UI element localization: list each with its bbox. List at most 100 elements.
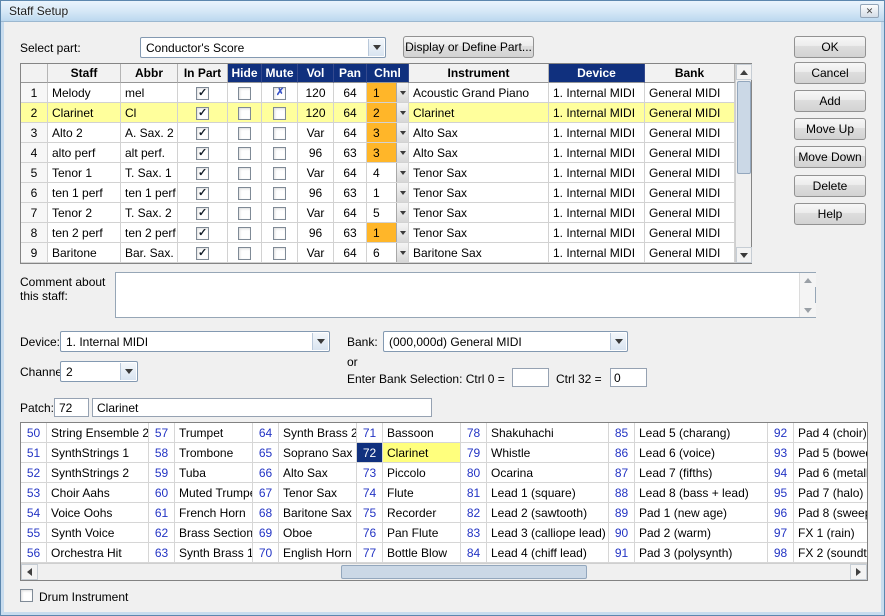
dropdown-arrow-button[interactable] — [120, 363, 136, 380]
patch-item[interactable]: 60Muted Trumpet — [149, 483, 253, 503]
channel-dropdown-button[interactable] — [396, 123, 408, 142]
channel-dropdown-button[interactable] — [396, 103, 408, 122]
dropdown-arrow-button[interactable] — [368, 39, 384, 56]
patch-item[interactable]: 77Bottle Blow — [357, 543, 461, 563]
patch-item[interactable]: 95Pad 7 (halo) — [768, 483, 867, 503]
patch-item[interactable]: 53Choir Aahs — [21, 483, 149, 503]
mute-checkbox[interactable] — [273, 127, 286, 140]
patch-item[interactable]: 86Lead 6 (voice) — [609, 443, 768, 463]
staff-row[interactable]: 6ten 1 perften 1 perf✓96631Tenor Sax1. I… — [21, 183, 735, 203]
patch-item[interactable]: 89Pad 1 (new age) — [609, 503, 768, 523]
dropdown-arrow-button[interactable] — [610, 333, 626, 350]
staff-row[interactable]: 7Tenor 2T. Sax. 2✓Var645Tenor Sax1. Inte… — [21, 203, 735, 223]
patch-item[interactable]: 82Lead 2 (sawtooth) — [461, 503, 609, 523]
scrollbar-thumb[interactable] — [737, 81, 751, 174]
hide-checkbox[interactable] — [238, 87, 251, 100]
patch-number-field[interactable]: 72 — [54, 398, 89, 417]
patch-item[interactable]: 84Lead 4 (chiff lead) — [461, 543, 609, 563]
patch-item[interactable]: 73Piccolo — [357, 463, 461, 483]
channel-dropdown[interactable]: 2 — [60, 361, 138, 382]
channel-dropdown-button[interactable] — [396, 83, 408, 102]
scroll-up-button[interactable] — [800, 273, 816, 287]
patch-item[interactable]: 81Lead 1 (square) — [461, 483, 609, 503]
close-button[interactable]: ✕ — [860, 4, 879, 18]
ok-button[interactable]: OK — [794, 36, 866, 58]
hide-checkbox[interactable] — [238, 167, 251, 180]
in-part-checkbox[interactable]: ✓ — [196, 187, 209, 200]
move-up-button[interactable]: Move Up — [794, 118, 866, 140]
patch-item[interactable]: 78Shakuhachi — [461, 423, 609, 443]
drum-instrument-checkbox[interactable] — [20, 589, 33, 602]
staff-row[interactable]: 9BaritoneBar. Sax.✓Var646Baritone Sax1. … — [21, 243, 735, 263]
patch-item[interactable]: 50String Ensemble 2 — [21, 423, 149, 443]
staff-row[interactable]: 8ten 2 perften 2 perf✓96631Tenor Sax1. I… — [21, 223, 735, 243]
patch-item[interactable]: 87Lead 7 (fifths) — [609, 463, 768, 483]
patch-item[interactable]: 72Clarinet — [357, 443, 461, 463]
channel-dropdown-button[interactable] — [396, 203, 408, 222]
patch-item[interactable]: 62Brass Section — [149, 523, 253, 543]
patch-item[interactable]: 96Pad 8 (sweep) — [768, 503, 867, 523]
patch-item[interactable]: 63Synth Brass 1 — [149, 543, 253, 563]
patch-item[interactable]: 90Pad 2 (warm) — [609, 523, 768, 543]
mute-checkbox[interactable] — [273, 187, 286, 200]
hide-checkbox[interactable] — [238, 147, 251, 160]
in-part-checkbox[interactable]: ✓ — [196, 87, 209, 100]
add-button[interactable]: Add — [794, 90, 866, 112]
device-dropdown[interactable]: 1. Internal MIDI — [60, 331, 330, 352]
mute-checkbox[interactable] — [273, 147, 286, 160]
patch-item[interactable]: 54Voice Oohs — [21, 503, 149, 523]
patch-scrollbar[interactable] — [21, 563, 867, 580]
scrollbar-thumb[interactable] — [341, 565, 587, 579]
in-part-checkbox[interactable]: ✓ — [196, 227, 209, 240]
bank-dropdown[interactable]: (000,000d) General MIDI — [383, 331, 628, 352]
in-part-checkbox[interactable]: ✓ — [196, 127, 209, 140]
scroll-left-button[interactable] — [21, 564, 38, 580]
patch-item[interactable]: 58Trombone — [149, 443, 253, 463]
channel-dropdown-button[interactable] — [396, 163, 408, 182]
hide-checkbox[interactable] — [238, 187, 251, 200]
patch-item[interactable]: 61French Horn — [149, 503, 253, 523]
patch-item[interactable]: 51SynthStrings 1 — [21, 443, 149, 463]
patch-item[interactable]: 70English Horn — [253, 543, 357, 563]
patch-item[interactable]: 68Baritone Sax — [253, 503, 357, 523]
in-part-checkbox[interactable]: ✓ — [196, 247, 209, 260]
mute-checkbox[interactable]: ✗ — [273, 87, 286, 100]
mute-checkbox[interactable] — [273, 107, 286, 120]
mute-checkbox[interactable] — [273, 207, 286, 220]
patch-item[interactable]: 52SynthStrings 2 — [21, 463, 149, 483]
patch-item[interactable]: 69Oboe — [253, 523, 357, 543]
delete-button[interactable]: Delete — [794, 175, 866, 197]
display-or-define-part-button[interactable]: Display or Define Part... — [403, 36, 534, 58]
patch-item[interactable]: 74Flute — [357, 483, 461, 503]
dropdown-arrow-button[interactable] — [312, 333, 328, 350]
comment-textarea[interactable] — [115, 272, 816, 318]
patch-item[interactable]: 80Ocarina — [461, 463, 609, 483]
mute-checkbox[interactable] — [273, 247, 286, 260]
patch-item[interactable]: 88Lead 8 (bass + lead) — [609, 483, 768, 503]
in-part-checkbox[interactable]: ✓ — [196, 147, 209, 160]
mute-checkbox[interactable] — [273, 167, 286, 180]
hide-checkbox[interactable] — [238, 207, 251, 220]
channel-dropdown-button[interactable] — [396, 143, 408, 162]
scroll-down-button[interactable] — [800, 303, 816, 317]
patch-item[interactable]: 66Alto Sax — [253, 463, 357, 483]
patch-item[interactable]: 71Bassoon — [357, 423, 461, 443]
patch-item[interactable]: 67Tenor Sax — [253, 483, 357, 503]
patch-item[interactable]: 83Lead 3 (calliope lead) — [461, 523, 609, 543]
patch-item[interactable]: 97FX 1 (rain) — [768, 523, 867, 543]
move-down-button[interactable]: Move Down — [794, 146, 866, 168]
scroll-right-button[interactable] — [850, 564, 867, 580]
staff-row[interactable]: 3Alto 2A. Sax. 2✓Var643Alto Sax1. Intern… — [21, 123, 735, 143]
hide-checkbox[interactable] — [238, 107, 251, 120]
patch-item[interactable]: 85Lead 5 (charang) — [609, 423, 768, 443]
patch-item[interactable]: 91Pad 3 (polysynth) — [609, 543, 768, 563]
in-part-checkbox[interactable]: ✓ — [196, 207, 209, 220]
channel-dropdown-button[interactable] — [396, 183, 408, 202]
select-part-dropdown[interactable]: Conductor's Score — [140, 37, 386, 58]
staff-row[interactable]: 4alto perfalt perf.✓96633Alto Sax1. Inte… — [21, 143, 735, 163]
hide-checkbox[interactable] — [238, 247, 251, 260]
in-part-checkbox[interactable]: ✓ — [196, 167, 209, 180]
patch-item[interactable]: 65Soprano Sax — [253, 443, 357, 463]
patch-item[interactable]: 57Trumpet — [149, 423, 253, 443]
channel-dropdown-button[interactable] — [396, 243, 408, 262]
